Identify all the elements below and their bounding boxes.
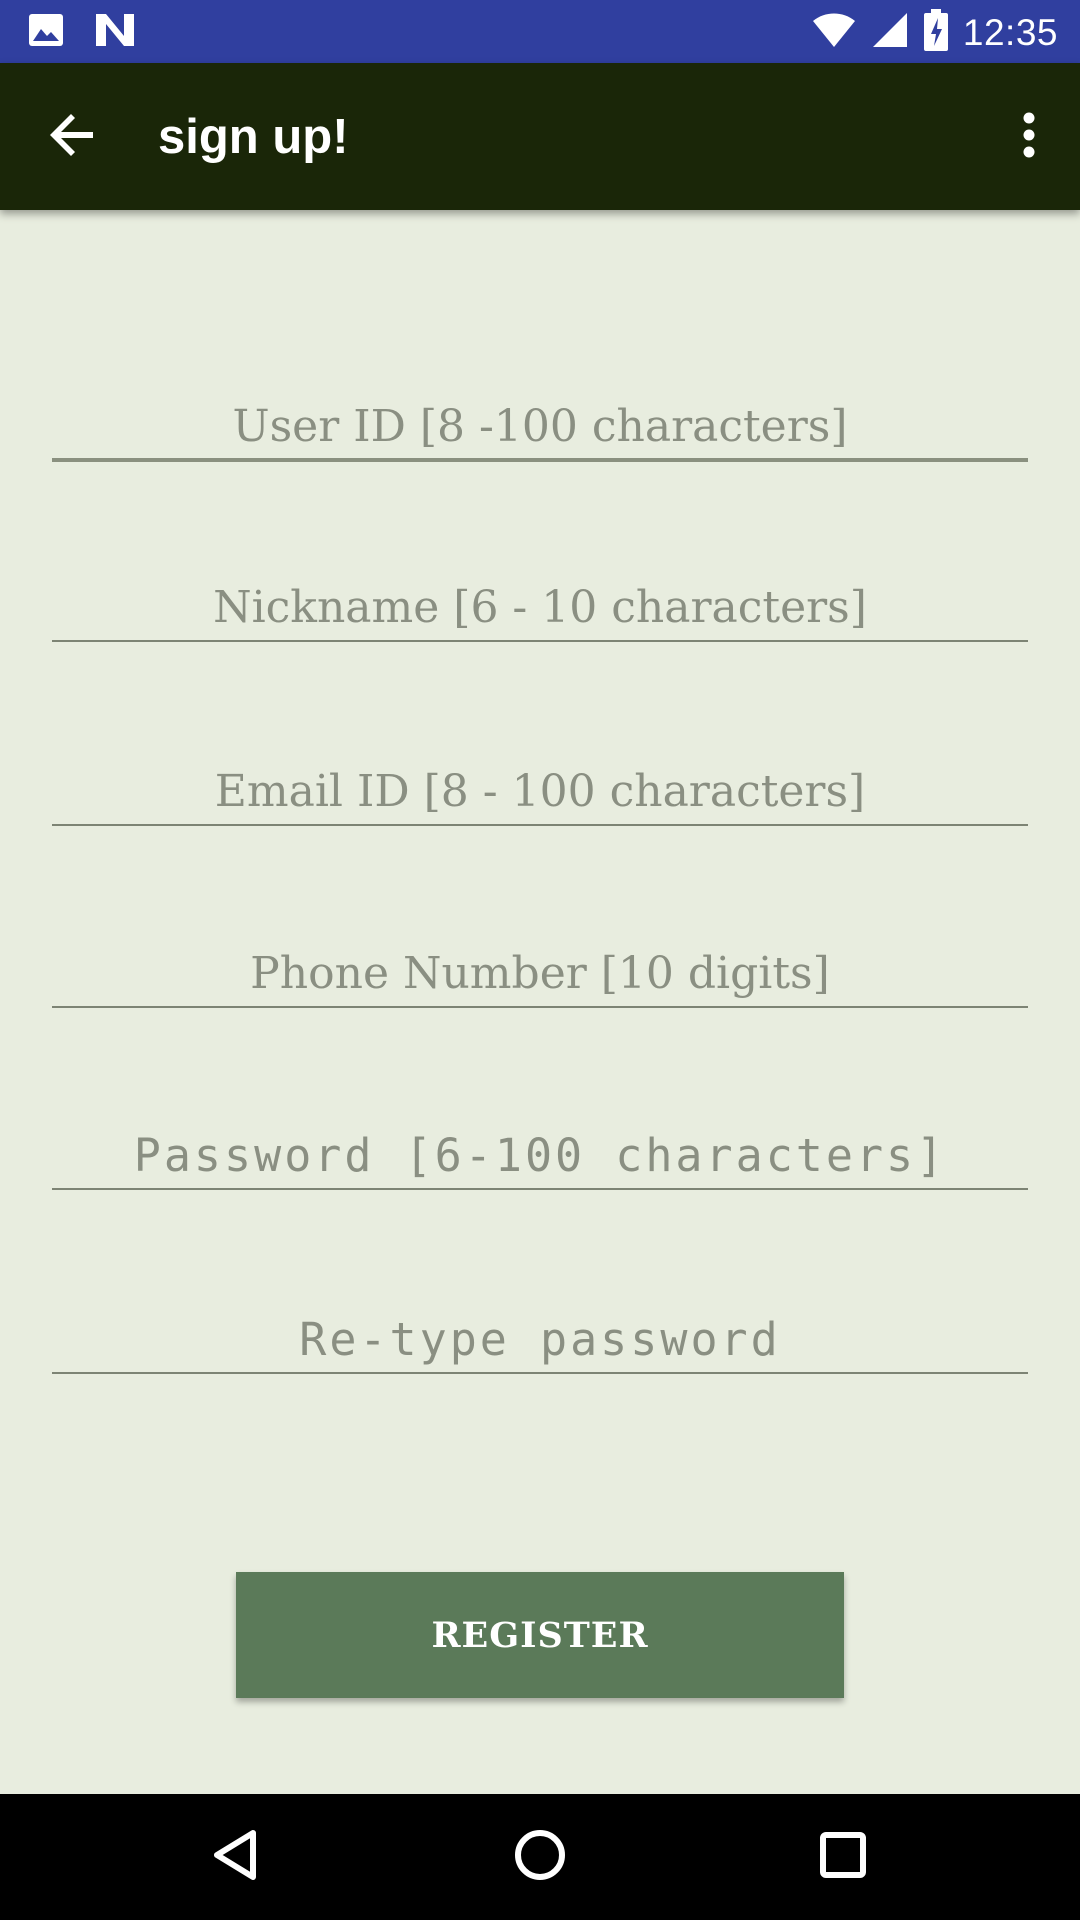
- nav-back-button[interactable]: [200, 1822, 270, 1892]
- register-button[interactable]: REGISTER: [236, 1572, 844, 1698]
- email-input[interactable]: [52, 736, 1028, 826]
- battery-charging-icon: [923, 8, 949, 57]
- user-id-input[interactable]: [52, 372, 1028, 462]
- status-left-icons: [28, 12, 136, 53]
- back-button[interactable]: [40, 104, 106, 170]
- status-right-icons: 12:35: [811, 8, 1058, 57]
- home-circle-icon: [513, 1828, 567, 1887]
- phone-field-wrapper: [52, 918, 1028, 1008]
- cell-signal-icon: [871, 11, 909, 54]
- navigation-bar: [0, 1794, 1080, 1920]
- page-title: sign up!: [158, 110, 349, 164]
- back-triangle-icon: [211, 1829, 259, 1886]
- app-bar: sign up!: [0, 63, 1080, 210]
- nickname-field-wrapper: [52, 552, 1028, 642]
- overflow-menu-button[interactable]: [1004, 104, 1054, 170]
- password-field-wrapper: [52, 1100, 1028, 1190]
- nav-home-button[interactable]: [505, 1822, 575, 1892]
- password-input[interactable]: [52, 1100, 1028, 1190]
- image-icon: [28, 13, 64, 52]
- phone-input[interactable]: [52, 918, 1028, 1008]
- more-vert-icon: [1022, 112, 1036, 163]
- nav-recents-button[interactable]: [808, 1822, 878, 1892]
- arrow-back-icon: [49, 111, 97, 164]
- n-notification-icon: [94, 12, 136, 53]
- email-field-wrapper: [52, 736, 1028, 826]
- retype-password-field-wrapper: [52, 1284, 1028, 1374]
- user-id-field-wrapper: [52, 372, 1028, 462]
- recents-square-icon: [819, 1831, 867, 1884]
- status-bar: 12:35: [0, 0, 1080, 63]
- status-time: 12:35: [962, 11, 1058, 53]
- wifi-icon: [811, 11, 857, 54]
- retype-password-input[interactable]: [52, 1284, 1028, 1374]
- nickname-input[interactable]: [52, 552, 1028, 642]
